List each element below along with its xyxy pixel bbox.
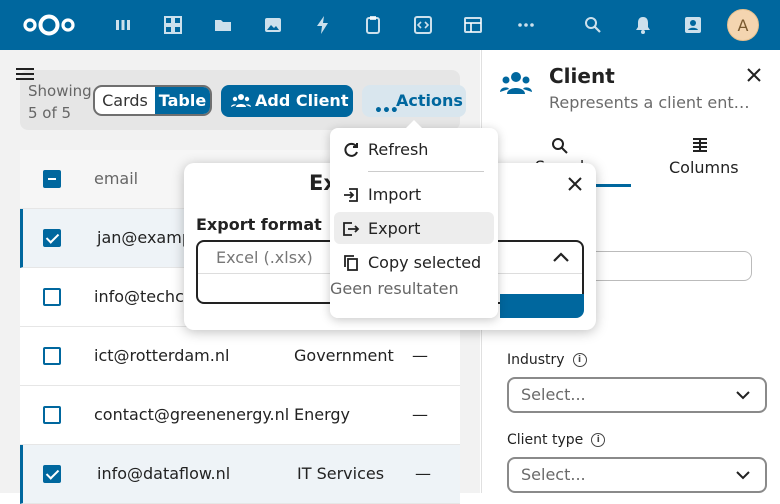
cell-industry: IT Services bbox=[297, 464, 385, 483]
info-icon[interactable]: i bbox=[572, 353, 587, 367]
export-format-label: Export format bbox=[196, 215, 322, 234]
users-icon bbox=[500, 72, 532, 94]
row-checkbox[interactable] bbox=[43, 288, 61, 306]
chevron-up-icon[interactable] bbox=[552, 250, 570, 264]
view-table-button[interactable]: Table bbox=[155, 87, 210, 114]
export-icon bbox=[343, 222, 360, 236]
copy-icon bbox=[344, 255, 358, 271]
search-icon[interactable] bbox=[583, 15, 603, 35]
menu-item-refresh[interactable]: Refresh bbox=[334, 133, 494, 165]
row-checkbox[interactable] bbox=[43, 406, 61, 424]
import-icon bbox=[344, 188, 358, 202]
table-row[interactable]: contact@greenenergy.nl Energy — bbox=[20, 386, 460, 445]
search-icon bbox=[552, 138, 568, 154]
select-all-checkbox[interactable] bbox=[43, 170, 61, 188]
client-type-select-value: Select... bbox=[521, 465, 586, 484]
cell-dash: — bbox=[412, 346, 428, 365]
export-button[interactable] bbox=[500, 294, 584, 318]
cell-email: info@techco bbox=[94, 287, 194, 306]
menu-item-export[interactable]: Export bbox=[334, 212, 494, 244]
no-results-text: Geen resultaten bbox=[330, 279, 459, 298]
menu-item-label: Refresh bbox=[368, 140, 429, 159]
cell-industry: Energy bbox=[294, 405, 351, 424]
add-client-label: Add Client bbox=[255, 91, 349, 110]
cell-email: contact@greenenergy.nl bbox=[94, 405, 290, 424]
menu-item-label: Copy selected bbox=[368, 253, 482, 272]
industry-label: Industry i bbox=[507, 352, 587, 368]
row-checkbox[interactable] bbox=[43, 229, 61, 247]
info-icon[interactable]: i bbox=[591, 433, 606, 447]
close-icon[interactable] bbox=[745, 66, 763, 84]
showing-count: 5 of 5 bbox=[28, 104, 72, 122]
sidebar-subtitle: Represents a client ent… bbox=[549, 93, 750, 112]
code-icon[interactable] bbox=[413, 15, 433, 35]
record-count: Showing 5 of 5 bbox=[28, 80, 92, 124]
cell-email: info@dataflow.nl bbox=[97, 464, 231, 483]
chevron-down-icon bbox=[736, 471, 750, 480]
actions-button[interactable]: ••• Actions bbox=[362, 85, 466, 119]
dashboard-icon[interactable] bbox=[113, 15, 133, 35]
view-cards-button[interactable]: Cards bbox=[95, 87, 155, 114]
deck-icon[interactable] bbox=[363, 15, 383, 35]
add-client-button[interactable]: Add Client bbox=[221, 85, 353, 117]
export-format-value: Excel (.xlsx) bbox=[216, 248, 313, 267]
column-header-email[interactable]: email bbox=[94, 169, 138, 188]
bell-icon[interactable] bbox=[633, 15, 653, 35]
nextcloud-logo[interactable] bbox=[22, 13, 76, 37]
avatar[interactable]: A bbox=[727, 9, 759, 41]
industry-select[interactable]: Select... bbox=[507, 377, 767, 413]
actions-label: Actions bbox=[396, 91, 463, 110]
menu-divider bbox=[368, 171, 484, 172]
row-checkbox[interactable] bbox=[43, 465, 61, 483]
menu-item-import[interactable]: Import bbox=[334, 178, 494, 210]
photos-icon[interactable] bbox=[263, 15, 283, 35]
tables-icon[interactable] bbox=[463, 15, 483, 35]
client-type-select[interactable]: Select... bbox=[507, 457, 767, 493]
files-icon[interactable] bbox=[213, 15, 233, 35]
columns-icon bbox=[693, 138, 707, 152]
menu-arrow bbox=[405, 120, 423, 129]
contacts-icon[interactable] bbox=[683, 15, 703, 35]
cell-email: jan@examp bbox=[97, 228, 192, 247]
sidebar-title: Client bbox=[549, 64, 615, 88]
table-row[interactable]: info@dataflow.nl IT Services — bbox=[20, 445, 460, 504]
more-icon[interactable] bbox=[516, 15, 536, 35]
menu-item-label: Import bbox=[368, 185, 422, 204]
users-icon bbox=[231, 94, 251, 107]
cell-email: ict@rotterdam.nl bbox=[94, 346, 230, 365]
row-checkbox[interactable] bbox=[43, 347, 61, 365]
cell-dash: — bbox=[415, 464, 431, 483]
cell-industry: Government bbox=[294, 346, 394, 365]
apps-icon[interactable] bbox=[163, 15, 183, 35]
tab-columns-label: Columns bbox=[669, 158, 739, 177]
client-type-label: Client type i bbox=[507, 432, 606, 448]
activity-icon[interactable] bbox=[313, 15, 333, 35]
industry-select-value: Select... bbox=[521, 385, 586, 404]
view-toggle: Cards Table bbox=[93, 85, 212, 116]
chevron-down-icon bbox=[736, 391, 750, 400]
close-icon[interactable] bbox=[567, 176, 583, 192]
cell-dash: — bbox=[412, 405, 428, 424]
refresh-icon bbox=[344, 142, 358, 157]
dots-icon: ••• bbox=[374, 103, 399, 119]
menu-item-label: Export bbox=[368, 219, 421, 238]
table-row[interactable]: ict@rotterdam.nl Government — bbox=[20, 327, 460, 386]
showing-label: Showing bbox=[28, 82, 92, 100]
